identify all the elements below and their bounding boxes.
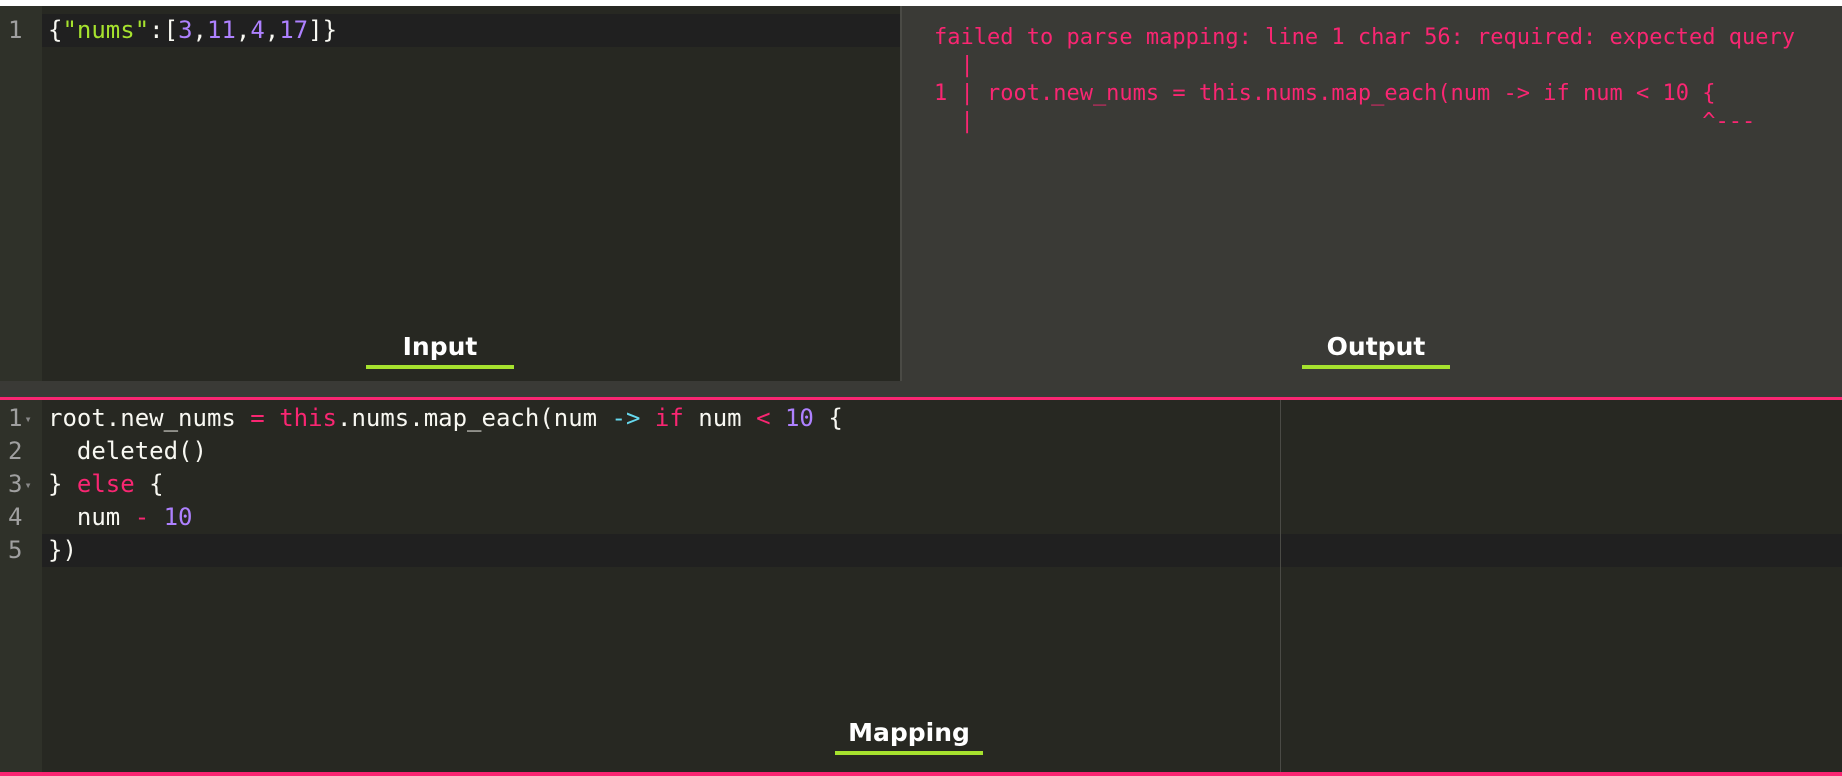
input-gutter: 1 [0, 6, 42, 381]
code-token: ]} [308, 16, 338, 44]
fold-arrow-icon[interactable]: ▾ [24, 478, 31, 492]
output-label: Output [1302, 332, 1450, 369]
mapping-code-line[interactable]: } else { [48, 468, 164, 501]
bottom-border [0, 772, 1842, 776]
mapping-code-line[interactable]: num - 10 [48, 501, 193, 534]
code-token: 4 [250, 16, 265, 44]
line-number: 4 [8, 503, 23, 531]
line-number: 1 [8, 16, 23, 44]
code-token: 17 [279, 16, 309, 44]
error-message: failed to parse mapping: line 1 char 56:… [934, 25, 1795, 50]
code-token: "nums" [62, 16, 150, 44]
error-source-line: 1 | root.new_nums = this.nums.map_each(n… [934, 81, 1716, 106]
fold-arrow-icon[interactable]: ▾ [24, 412, 31, 426]
mapping-editor[interactable]: 1 ▾ 2 3 ▾ 4 5 root.new_nums = this.nums.ma… [0, 400, 1842, 772]
input-label: Input [366, 332, 514, 369]
line-number: 5 [8, 536, 23, 564]
code-token: , [192, 16, 207, 44]
active-line-highlight [42, 534, 1842, 567]
code-token: , [235, 16, 251, 44]
mapping-code-line[interactable]: deleted() [48, 435, 207, 468]
print-margin [1280, 400, 1281, 772]
mapping-label-underline [835, 751, 983, 755]
input-code-line[interactable]: {"nums":[3,11,4,17]} [48, 14, 337, 47]
mapping-label: Mapping [835, 718, 983, 755]
error-gutter-line: | [934, 53, 974, 78]
input-label-text: Input [402, 332, 478, 361]
code-token: , [264, 16, 280, 44]
mapping-code-line[interactable]: }) [48, 534, 77, 567]
input-editor[interactable]: 1 {"nums":[3,11,4,17]} Input [0, 6, 902, 381]
output-label-text: Output [1326, 332, 1426, 361]
mapping-label-text: Mapping [848, 718, 970, 747]
error-caret-line: | ^--- [934, 109, 1756, 134]
line-number: 2 [8, 437, 23, 465]
mapping-gutter: 1 ▾ 2 3 ▾ 4 5 [0, 400, 42, 772]
code-token: :[ [149, 16, 179, 44]
line-number: 1 ▾ [8, 404, 32, 432]
code-token: 3 [178, 16, 193, 44]
mapping-code-line[interactable]: root.new_nums = this.nums.map_each(num -… [48, 402, 843, 435]
output-panel [918, 6, 1842, 381]
output-label-underline [1302, 365, 1450, 369]
line-number: 3 ▾ [8, 470, 32, 498]
code-token: 11 [206, 16, 236, 44]
code-token: { [48, 16, 63, 44]
input-label-underline [366, 365, 514, 369]
